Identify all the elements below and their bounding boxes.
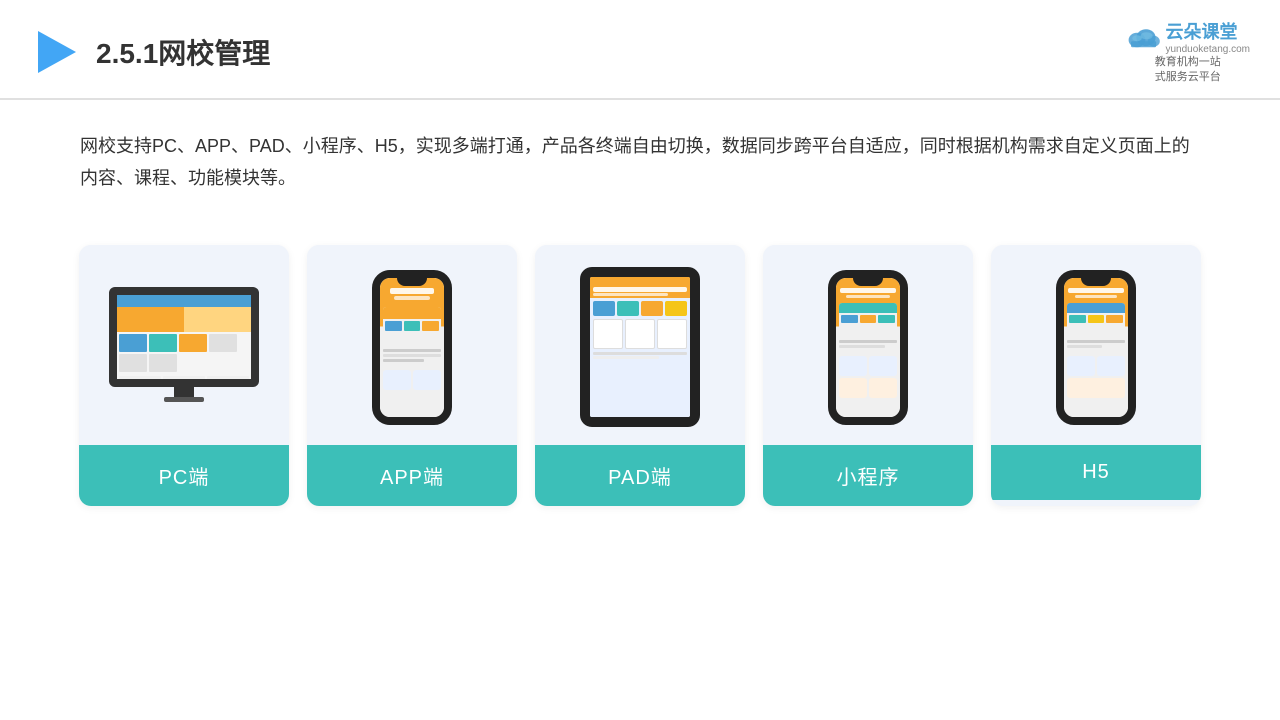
phone-miniapp	[828, 270, 908, 425]
phone-screen-h5	[1064, 278, 1128, 417]
phone-app	[372, 270, 452, 425]
logo-area: 云朵课堂 yunduoketang.com 教育机构一站式服务云平台	[1125, 18, 1250, 86]
card-pc-image	[79, 245, 289, 445]
play-icon	[30, 27, 80, 77]
logo-cloud: 云朵课堂 yunduoketang.com	[1125, 18, 1250, 55]
card-h5: H5	[991, 245, 1201, 506]
card-miniapp: 小程序	[763, 245, 973, 506]
card-h5-image	[991, 245, 1201, 445]
phone-h5	[1056, 270, 1136, 425]
card-app-image	[307, 245, 517, 445]
card-app: APP端	[307, 245, 517, 506]
phone-screen	[380, 278, 444, 417]
phone-notch-2	[853, 278, 883, 286]
cards-container: PC端	[0, 215, 1280, 536]
card-app-label: APP端	[307, 445, 517, 506]
card-pad-label: PAD端	[535, 445, 745, 506]
card-pc: PC端	[79, 245, 289, 506]
tablet-frame	[580, 267, 700, 427]
logo-name: 云朵课堂	[1165, 18, 1250, 44]
card-pc-label: PC端	[79, 445, 289, 506]
monitor-stand	[174, 387, 194, 397]
pc-monitor	[104, 287, 264, 407]
card-h5-label: H5	[991, 445, 1201, 500]
tablet-screen	[590, 277, 690, 417]
card-pad-image	[535, 245, 745, 445]
phone-notch-3	[1081, 278, 1111, 286]
logo-text: 云朵课堂 yunduoketang.com	[1165, 18, 1250, 55]
logo-domain: yunduoketang.com	[1165, 44, 1250, 55]
card-miniapp-image	[763, 245, 973, 445]
logo-tagline: 教育机构一站式服务云平台	[1155, 55, 1221, 86]
description-text: 网校支持PC、APP、PAD、小程序、H5，实现多端打通，产品各终端自由切换，数…	[0, 100, 1280, 215]
card-pad: PAD端	[535, 245, 745, 506]
monitor-base	[164, 397, 204, 402]
card-miniapp-label: 小程序	[763, 445, 973, 506]
monitor-frame	[109, 287, 259, 387]
header-left: 2.5.1网校管理	[30, 27, 270, 77]
page-title: 2.5.1网校管理	[96, 32, 270, 72]
pc-screen	[117, 295, 251, 379]
cloud-icon	[1125, 22, 1161, 52]
phone-notch	[397, 278, 427, 286]
header: 2.5.1网校管理 云朵课堂 yunduoketang.com 教育机构一站式服…	[0, 0, 1280, 100]
phone-screen-miniapp	[836, 278, 900, 417]
